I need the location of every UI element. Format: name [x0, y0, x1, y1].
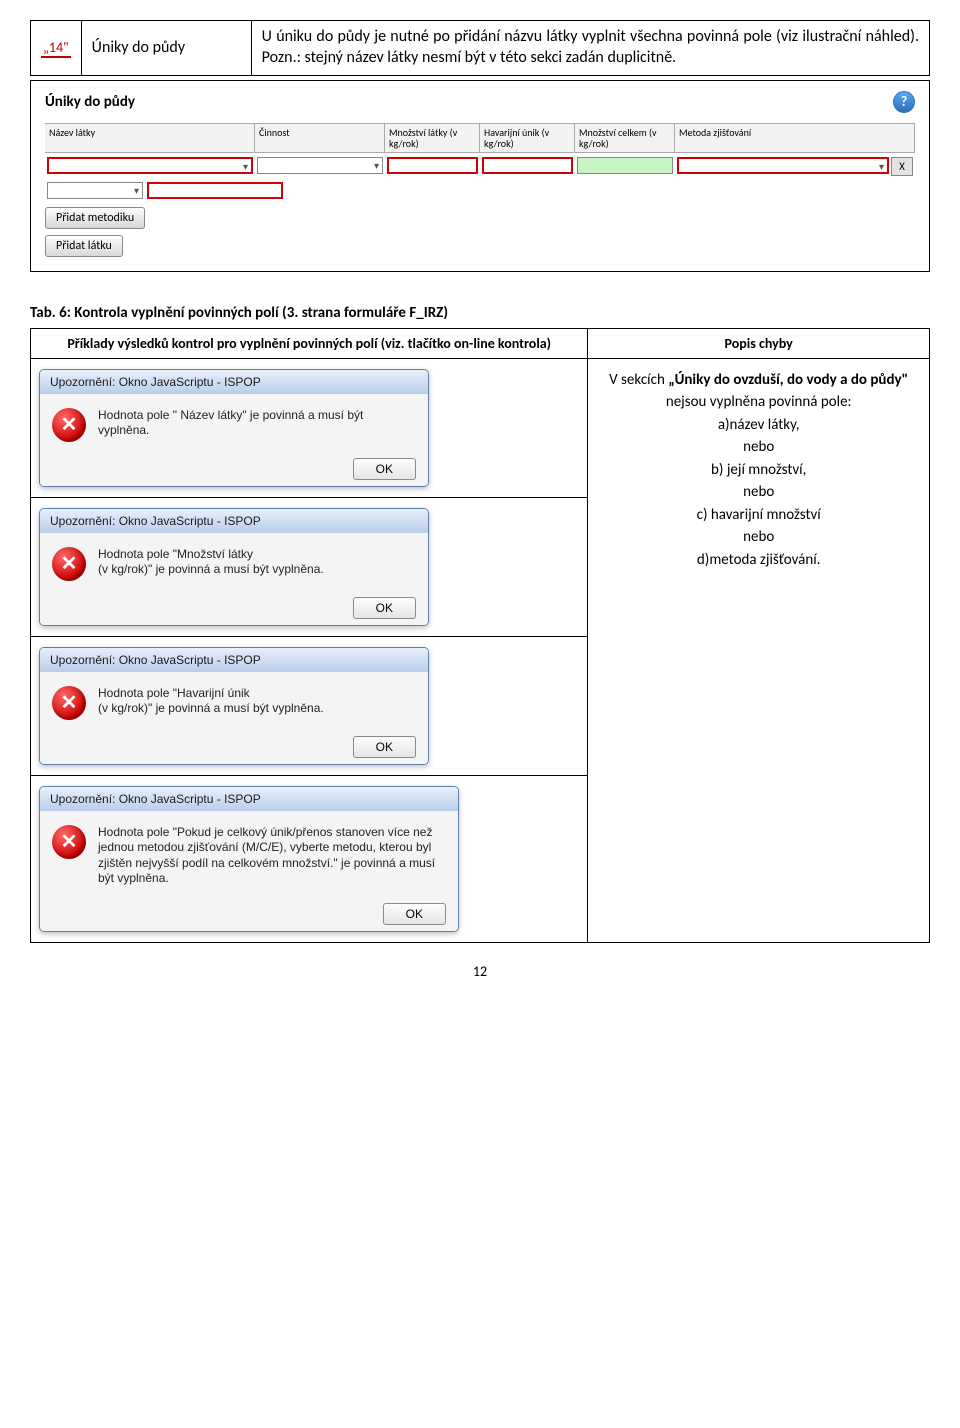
help-icon[interactable]: ? [893, 91, 915, 113]
havarijni-unik-input[interactable] [482, 157, 573, 174]
desc-item: nebo [743, 438, 774, 456]
error-icon: ✕ [52, 408, 86, 442]
example-cell: Upozornění: Okno JavaScriptu - ISPOP ✕ H… [31, 358, 588, 497]
examples-header-right: Popis chyby [588, 328, 930, 358]
sub-input-2[interactable] [147, 182, 283, 199]
desc-item: c) havarijní množství [697, 506, 821, 524]
desc-item: b) její množství, [711, 461, 806, 479]
desc-item: d)metoda zjišťování. [697, 551, 821, 569]
table-caption: Tab. 6: Kontrola vyplnění povinných polí… [30, 304, 930, 322]
cinnost-input[interactable] [257, 157, 383, 174]
dialog-title: Upozornění: Okno JavaScriptu - ISPOP [40, 370, 428, 394]
ok-button[interactable]: OK [383, 903, 446, 925]
error-icon: ✕ [52, 686, 86, 720]
examples-header-left: Příklady výsledků kontrol pro vyplnění p… [31, 328, 588, 358]
col-header: Množství celkem (v kg/rok) [575, 124, 675, 152]
example-cell: Upozornění: Okno JavaScriptu - ISPOP ✕ H… [31, 497, 588, 636]
desc-text: V sekcích [609, 371, 668, 389]
dialog-title: Upozornění: Okno JavaScriptu - ISPOP [40, 509, 428, 533]
dialog-title: Upozornění: Okno JavaScriptu - ISPOP [40, 787, 458, 811]
mnozstvi-celkem-input [577, 157, 673, 174]
sub-input-1[interactable] [47, 182, 143, 199]
row-number: „14" [41, 39, 71, 58]
desc-item: a)název látky, [718, 416, 800, 434]
examples-table: Příklady výsledků kontrol pro vyplnění p… [30, 328, 930, 943]
col-header: Havarijní únik (v kg/rok) [480, 124, 575, 152]
col-header: Činnost [255, 124, 385, 152]
example-cell: Upozornění: Okno JavaScriptu - ISPOP ✕ H… [31, 775, 588, 942]
dialog-message: Hodnota pole "Množství látky (v kg/rok)"… [98, 547, 324, 578]
metoda-zjistovani-input[interactable] [677, 157, 889, 174]
col-header: Množství látky (v kg/rok) [385, 124, 480, 152]
row-description: U úniku do půdy je nutné po přidání názv… [251, 21, 929, 76]
col-header: Název látky [45, 124, 255, 152]
ok-button[interactable]: OK [353, 458, 416, 480]
grid-row [45, 180, 915, 201]
js-alert-dialog: Upozornění: Okno JavaScriptu - ISPOP ✕ H… [39, 786, 459, 932]
dialog-message: Hodnota pole "Pokud je celkový únik/přen… [98, 825, 446, 887]
desc-text: nejsou vyplněna povinná pole: [666, 393, 852, 411]
error-description: V sekcích „Úniky do ovzduší, do vody a d… [588, 358, 930, 942]
nazev-latky-input[interactable] [47, 157, 253, 174]
ok-button[interactable]: OK [353, 597, 416, 619]
col-header: Metoda zjišťování [675, 124, 915, 152]
js-alert-dialog: Upozornění: Okno JavaScriptu - ISPOP ✕ H… [39, 647, 429, 765]
instruction-table: „14" Úniky do půdy U úniku do půdy je nu… [30, 20, 930, 76]
page-number: 12 [30, 963, 930, 980]
js-alert-dialog: Upozornění: Okno JavaScriptu - ISPOP ✕ H… [39, 369, 429, 487]
dialog-title: Upozornění: Okno JavaScriptu - ISPOP [40, 648, 428, 672]
grid-header: Název látky Činnost Množství látky (v kg… [45, 123, 915, 153]
dialog-message: Hodnota pole " Název látky" je povinná a… [98, 408, 416, 439]
error-icon: ✕ [52, 547, 86, 581]
grid-row: X [45, 155, 915, 178]
pridat-metodiku-button[interactable]: Přidat metodiku [45, 207, 145, 229]
row-number-cell: „14" [31, 21, 82, 76]
desc-bold: „Úniky do ovzduší, do vody a do půdy" [668, 371, 908, 389]
ok-button[interactable]: OK [353, 736, 416, 758]
panel-title: Úniky do půdy [45, 93, 135, 111]
row-title: Úniky do půdy [81, 21, 251, 76]
app-screenshot-panel: Úniky do půdy ? Název látky Činnost Množ… [30, 80, 930, 272]
desc-item: nebo [743, 528, 774, 546]
js-alert-dialog: Upozornění: Okno JavaScriptu - ISPOP ✕ H… [39, 508, 429, 626]
desc-item: nebo [743, 483, 774, 501]
delete-row-button[interactable]: X [891, 157, 913, 176]
error-icon: ✕ [52, 825, 86, 859]
mnozstvi-latky-input[interactable] [387, 157, 478, 174]
pridat-latku-button[interactable]: Přidat látku [45, 235, 123, 257]
example-cell: Upozornění: Okno JavaScriptu - ISPOP ✕ H… [31, 636, 588, 775]
dialog-message: Hodnota pole "Havarijní únik (v kg/rok)"… [98, 686, 324, 717]
